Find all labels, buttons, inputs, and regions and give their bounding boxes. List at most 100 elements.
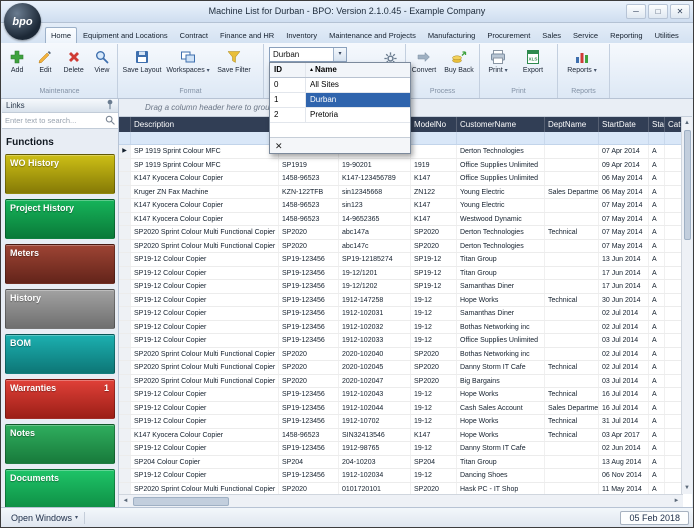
tab-sales[interactable]: Sales (536, 27, 567, 43)
function-bom[interactable]: BOM (5, 334, 115, 374)
delete-button[interactable]: Delete (60, 45, 88, 86)
tab-utilities[interactable]: Utilities (649, 27, 685, 43)
search-icon[interactable] (105, 112, 115, 130)
add-button[interactable]: Add (3, 45, 31, 86)
machine-row-17[interactable]: SP2020 Sprint Colour Multi Functional Co… (119, 361, 683, 375)
machine-row-12[interactable]: SP19-12 Colour CopierSP19-1234561912-147… (119, 294, 683, 308)
vertical-scroll-thumb[interactable] (684, 130, 691, 240)
tab-procurement[interactable]: Procurement (481, 27, 536, 43)
tab-contract[interactable]: Contract (174, 27, 214, 43)
filter-cell-7[interactable] (649, 132, 665, 144)
group-reports: Reports ▾ Reports (558, 44, 610, 98)
tab-inventory[interactable]: Inventory (280, 27, 323, 43)
filter-cell-6[interactable] (599, 132, 649, 144)
machine-row-11[interactable]: SP19-12 Colour CopierSP19-12345619-12/12… (119, 280, 683, 294)
view-button[interactable]: View (88, 45, 116, 86)
cell: K147 Kyocera Colour Copier (131, 172, 279, 185)
filter-cell-5[interactable] (545, 132, 599, 144)
machine-row-20[interactable]: SP19-12 Colour CopierSP19-1234561912-102… (119, 402, 683, 416)
machine-row-13[interactable]: SP19-12 Colour CopierSP19-1234561912-102… (119, 307, 683, 321)
convert-button[interactable]: Convert (407, 45, 441, 86)
pin-icon[interactable] (106, 99, 114, 112)
popup-column-name[interactable]: ▴Name (306, 63, 410, 77)
site-option-durban[interactable]: 1Durban (270, 93, 410, 108)
app-logo[interactable]: bpo (4, 3, 41, 40)
export-button[interactable]: XLS Export (515, 45, 551, 86)
row-indicator (119, 199, 131, 212)
tab-reporting[interactable]: Reporting (604, 27, 649, 43)
links-header[interactable]: Links (2, 99, 118, 113)
function-meters[interactable]: Meters (5, 244, 115, 284)
machine-row-19[interactable]: SP19-12 Colour CopierSP19-1234561912-102… (119, 388, 683, 402)
column-header-startdate[interactable]: StartDate (599, 117, 649, 132)
filter-cell-3[interactable] (411, 132, 457, 144)
scroll-left-icon[interactable]: ◄ (119, 495, 132, 507)
machine-row-15[interactable]: SP19-12 Colour CopierSP19-1234561912-102… (119, 334, 683, 348)
machine-row-9[interactable]: SP19-12 Colour CopierSP19-123456SP19-121… (119, 253, 683, 267)
function-warranties[interactable]: Warranties1 (5, 379, 115, 419)
column-header-description[interactable]: Description (131, 117, 279, 132)
column-header-status[interactable]: Status (649, 117, 665, 132)
machine-row-22[interactable]: K147 Kyocera Colour Copier1458-96523SIN3… (119, 429, 683, 443)
machine-row-8[interactable]: SP2020 Sprint Colour Multi Functional Co… (119, 240, 683, 254)
maximize-button[interactable]: □ (648, 4, 668, 19)
edit-button[interactable]: Edit (31, 45, 59, 86)
machine-row-26[interactable]: SP2020 Sprint Colour Multi Functional Co… (119, 483, 683, 495)
scroll-up-icon[interactable]: ▲ (682, 117, 693, 129)
cell: SP19-123456 (279, 267, 339, 280)
open-windows-button[interactable]: Open Windows ▾ (5, 512, 85, 524)
function-notes[interactable]: Notes (5, 424, 115, 464)
clear-filter-button[interactable]: ✕ (275, 140, 283, 152)
print-button[interactable]: Print ▾ (481, 45, 515, 86)
tab-service[interactable]: Service (567, 27, 604, 43)
combo-dropdown-icon[interactable]: ▾ (333, 48, 346, 61)
machine-row-5[interactable]: K147 Kyocera Colour Copier1458-96523sin1… (119, 199, 683, 213)
column-header-modelno[interactable]: ModelNo (411, 117, 457, 132)
machine-row-6[interactable]: K147 Kyocera Colour Copier1458-9652314-9… (119, 213, 683, 227)
filter-cell-0[interactable] (131, 132, 279, 144)
machine-row-21[interactable]: SP19-12 Colour CopierSP19-1234561912-107… (119, 415, 683, 429)
minimize-button[interactable]: ─ (626, 4, 646, 19)
machine-row-25[interactable]: SP19-12 Colour CopierSP19-1234561912-102… (119, 469, 683, 483)
site-option-pretoria[interactable]: 2Pretoria (270, 108, 410, 123)
reports-button[interactable]: Reports ▾ (559, 45, 605, 86)
machine-row-3[interactable]: K147 Kyocera Colour Copier1458-96523K147… (119, 172, 683, 186)
machine-row-10[interactable]: SP19-12 Colour CopierSP19-12345619-12/12… (119, 267, 683, 281)
machine-row-7[interactable]: SP2020 Sprint Colour Multi Functional Co… (119, 226, 683, 240)
tab-home[interactable]: Home (45, 27, 77, 43)
close-button[interactable]: ✕ (670, 4, 690, 19)
machine-row-4[interactable]: Kruger ZN Fax MachineKZN-122TFBsin123456… (119, 186, 683, 200)
tab-manufacturing[interactable]: Manufacturing (422, 27, 482, 43)
search-input[interactable] (5, 116, 103, 125)
site-option-all-sites[interactable]: 0All Sites (270, 78, 410, 93)
site-selector-combo[interactable]: Durban ▾ (269, 47, 347, 62)
column-header-deptname[interactable]: DeptName (545, 117, 599, 132)
function-project-history[interactable]: Project History (5, 199, 115, 239)
tab-maintenance-and-projects[interactable]: Maintenance and Projects (323, 27, 422, 43)
filter-cell-4[interactable] (457, 132, 545, 144)
popup-column-id[interactable]: ID (270, 63, 306, 77)
row-indicator (119, 307, 131, 320)
horizontal-scroll-thumb[interactable] (133, 497, 229, 506)
machine-row-14[interactable]: SP19-12 Colour CopierSP19-1234561912-102… (119, 321, 683, 335)
machine-row-18[interactable]: SP2020 Sprint Colour Multi Functional Co… (119, 375, 683, 389)
function-history[interactable]: History (5, 289, 115, 329)
column-header-customername[interactable]: CustomerName (457, 117, 545, 132)
buy-back-button[interactable]: Buy Back (441, 45, 477, 86)
save-layout-button[interactable]: Save Layout (119, 45, 165, 86)
workspaces-button[interactable]: Workspaces ▾ (165, 45, 211, 86)
scroll-right-icon[interactable]: ► (670, 495, 683, 507)
horizontal-scrollbar[interactable]: ◄ ► (119, 494, 683, 507)
machine-row-24[interactable]: SP204 Colour CopierSP204204-10203SP204Ti… (119, 456, 683, 470)
function-wo-history[interactable]: WO History (5, 154, 115, 194)
machine-row-23[interactable]: SP19-12 Colour CopierSP19-1234561912-987… (119, 442, 683, 456)
machine-row-2[interactable]: SP 1919 Sprint Colour MFCSP191919-902011… (119, 159, 683, 173)
cell: SP19-12 (411, 267, 457, 280)
scroll-down-icon[interactable]: ▼ (682, 482, 693, 494)
machine-row-16[interactable]: SP2020 Sprint Colour Multi Functional Co… (119, 348, 683, 362)
save-filter-button[interactable]: Save Filter (211, 45, 257, 86)
vertical-scrollbar[interactable]: ▲ ▼ (681, 117, 692, 494)
tab-equipment-and-locations[interactable]: Equipment and Locations (77, 27, 174, 43)
function-documents[interactable]: Documents (5, 469, 115, 509)
tab-finance-and-hr[interactable]: Finance and HR (214, 27, 280, 43)
